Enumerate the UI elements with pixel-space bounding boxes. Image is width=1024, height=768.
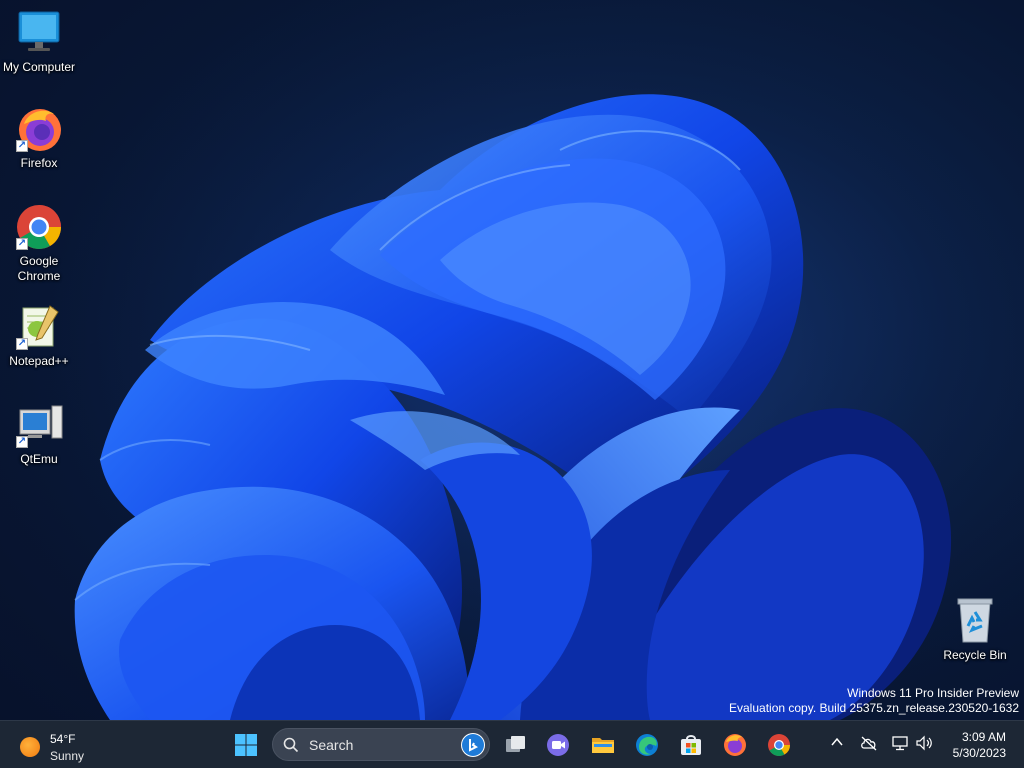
- clock-date: 5/30/2023: [952, 746, 1006, 760]
- weather-temperature: 54°F: [50, 732, 76, 746]
- shortcut-arrow-icon: ↗: [16, 436, 28, 448]
- search-placeholder: Search: [309, 737, 354, 753]
- task-view-button[interactable]: [498, 727, 534, 763]
- qtemu-icon: ↗: [14, 400, 64, 450]
- notepad-plus-plus-icon: ↗: [14, 302, 64, 352]
- desktop-icon-label: Notepad++: [9, 354, 69, 368]
- evaluation-watermark: Windows 11 Pro Insider Preview Evaluatio…: [729, 686, 1019, 716]
- firefox-taskbar-button[interactable]: [717, 727, 753, 763]
- search-box[interactable]: Search: [272, 728, 490, 761]
- microsoft-store-button[interactable]: [673, 727, 709, 763]
- desktop: My Computer ↗ Firefox ↗ Google Chrome ↗ …: [0, 0, 1024, 720]
- network-icon[interactable]: [891, 735, 909, 751]
- chrome-icon: [768, 734, 790, 756]
- shortcut-arrow-icon: ↗: [16, 140, 28, 152]
- desktop-icon-label: My Computer: [2, 60, 76, 74]
- edge-button[interactable]: [629, 727, 665, 763]
- start-button[interactable]: [228, 727, 264, 763]
- clock[interactable]: 3:09 AM 5/30/2023: [953, 729, 1006, 761]
- monitor-icon: [14, 8, 64, 58]
- volume-icon[interactable]: [915, 735, 933, 751]
- windows-logo-icon: [235, 734, 257, 756]
- shortcut-arrow-icon: ↗: [16, 338, 28, 350]
- edge-icon: [636, 734, 658, 756]
- desktop-icon-my-computer[interactable]: My Computer: [1, 8, 77, 75]
- task-view-icon: [506, 736, 525, 752]
- watermark-edition: Windows 11 Pro Insider Preview: [847, 686, 1019, 700]
- chrome-icon: ↗: [14, 202, 64, 252]
- chrome-taskbar-button[interactable]: [761, 727, 797, 763]
- firefox-icon: [724, 734, 746, 756]
- sun-icon: [20, 737, 40, 757]
- desktop-icon-firefox[interactable]: ↗ Firefox: [1, 104, 77, 171]
- store-icon: [681, 735, 701, 755]
- desktop-icon-label: Google Chrome: [17, 254, 61, 283]
- shortcut-arrow-icon: ↗: [16, 238, 28, 250]
- desktop-icon-label: QtEmu: [20, 452, 58, 466]
- search-icon: [283, 737, 299, 753]
- bloom-wallpaper: [0, 0, 1024, 720]
- weather-condition: Sunny: [50, 749, 85, 763]
- firefox-icon: ↗: [14, 104, 64, 154]
- desktop-icon-recycle-bin[interactable]: Recycle Bin: [937, 596, 1013, 663]
- desktop-icon-google-chrome[interactable]: ↗ Google Chrome: [1, 202, 77, 284]
- video-chat-icon: [547, 734, 569, 756]
- watermark-build: Evaluation copy. Build 25375.zn_release.…: [729, 701, 1019, 715]
- desktop-icon-label: Recycle Bin: [943, 648, 1007, 662]
- teams-chat-button[interactable]: [540, 727, 576, 763]
- file-explorer-button[interactable]: [585, 727, 621, 763]
- clock-time: 3:09 AM: [961, 730, 1006, 744]
- bing-icon[interactable]: [461, 733, 485, 757]
- recycle-bin-icon: [950, 596, 1000, 646]
- desktop-icon-label: Firefox: [20, 156, 58, 170]
- folder-icon: [592, 738, 614, 753]
- cloud-offline-icon[interactable]: [860, 735, 878, 751]
- weather-widget[interactable]: 54°F Sunny: [14, 725, 124, 765]
- desktop-icon-qtemu[interactable]: ↗ QtEmu: [1, 400, 77, 467]
- chevron-up-icon[interactable]: [830, 735, 844, 749]
- taskbar: 54°F Sunny Search 3:09 AM 5/30/2023: [0, 720, 1024, 768]
- desktop-icon-notepad-plus-plus[interactable]: ↗ Notepad++: [1, 302, 77, 369]
